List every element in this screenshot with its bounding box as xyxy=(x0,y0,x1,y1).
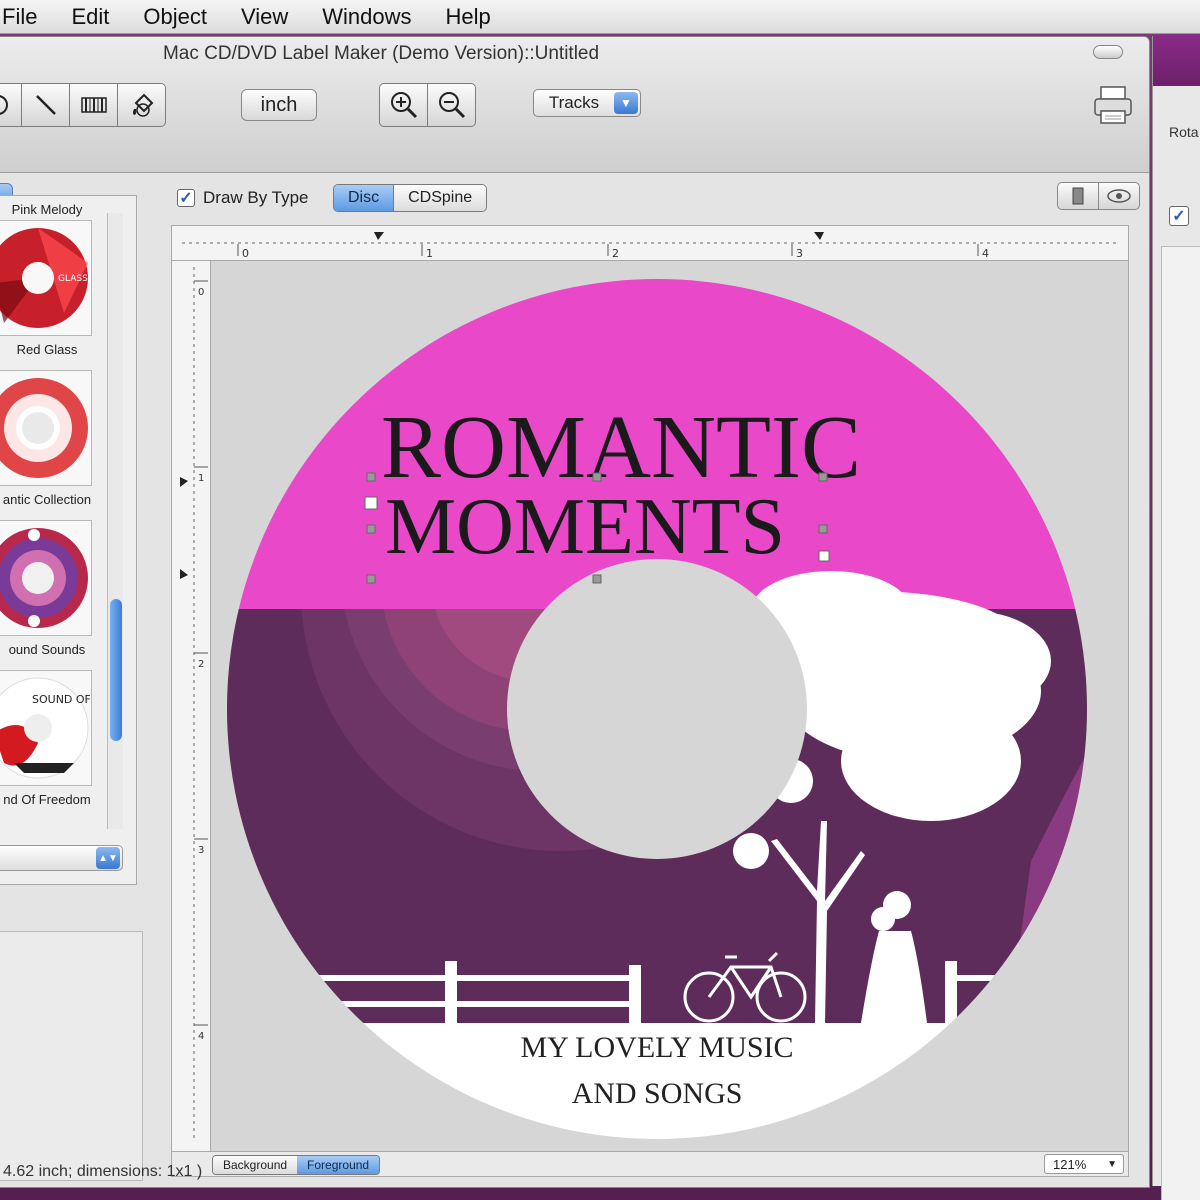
window-titlebar: Mac CD/DVD Label Maker (Demo Version)::U… xyxy=(0,37,1149,173)
tab-background[interactable]: Background xyxy=(213,1156,298,1174)
inspector-panel: Rota ✓ xyxy=(1152,36,1200,1200)
menu-file[interactable]: File xyxy=(2,4,37,30)
template-name: Red Glass xyxy=(16,342,78,357)
menu-view[interactable]: View xyxy=(241,4,288,30)
tab-cdspine[interactable]: CDSpine xyxy=(394,185,487,211)
preview-button[interactable] xyxy=(1098,182,1140,210)
template-name: antic Collection xyxy=(2,492,92,507)
inspector-titlebar xyxy=(1153,36,1200,86)
popup-arrow-icon: ▼ xyxy=(614,92,638,114)
svg-text:2: 2 xyxy=(198,659,204,670)
svg-text:3: 3 xyxy=(796,247,803,260)
layer-segmented: Background Foreground xyxy=(212,1155,381,1175)
template-item[interactable]: SOUND OF nd Of Freedom xyxy=(0,670,102,807)
vertical-ruler: 0 1 2 3 4 xyxy=(171,261,211,1151)
tab-disc[interactable]: Disc xyxy=(334,185,395,211)
page-icon xyxy=(1072,187,1084,205)
zoom-tools xyxy=(379,83,476,127)
layer-bar: Background Foreground 121% ▼ xyxy=(171,1151,1129,1177)
canvas-options-bar: ✓ Draw By Type Disc CDSpine xyxy=(0,174,1149,218)
popup-arrows-icon: ▲▼ xyxy=(96,847,120,869)
draw-by-type-checkbox[interactable]: ✓ Draw By Type xyxy=(177,188,309,208)
zoom-value: 121% xyxy=(1053,1156,1087,1172)
inspector-checkbox[interactable]: ✓ xyxy=(1169,206,1189,226)
tracks-label: Tracks xyxy=(548,93,600,112)
svg-text:3: 3 xyxy=(198,845,204,856)
zoom-popup[interactable]: 121% ▼ xyxy=(1044,1154,1124,1174)
svg-text:1: 1 xyxy=(426,247,433,260)
fill-tool-button[interactable] xyxy=(117,83,166,127)
zoom-out-icon xyxy=(438,92,465,119)
toolbar-toggle-button[interactable] xyxy=(1093,45,1123,59)
template-thumbnail: GLASS xyxy=(0,220,92,336)
scrollbar-thumb[interactable] xyxy=(110,599,122,741)
line-icon xyxy=(35,95,56,115)
ellipse-tool-button[interactable] xyxy=(0,83,22,127)
template-item[interactable]: antic Collection xyxy=(0,370,102,507)
svg-text:4: 4 xyxy=(982,247,989,260)
label-title-line2[interactable]: MOMENTS xyxy=(385,483,785,571)
status-bar-text: 4.62 inch; dimensions: 1x1 ) xyxy=(3,1163,203,1180)
disc-label: ROMANTIC MOMENTS MY LOVELY MUSIC AND SON… xyxy=(227,279,1087,1139)
template-thumbnail: SOUND OF xyxy=(0,670,92,786)
page-view-button[interactable] xyxy=(1057,182,1099,210)
template-thumbnail xyxy=(0,370,92,486)
zoom-out-button[interactable] xyxy=(427,83,476,127)
template-category-popup[interactable]: ▲▼ xyxy=(0,845,123,871)
template-name: ound Sounds xyxy=(8,642,86,657)
drawing-tools xyxy=(0,83,166,127)
draw-by-type-label: Draw By Type xyxy=(203,188,309,207)
template-list-scrollbar[interactable] xyxy=(107,213,123,829)
svg-text:SOUND OF: SOUND OF xyxy=(32,693,90,706)
layout-type-segmented: Disc CDSpine xyxy=(333,184,488,212)
template-thumbnail xyxy=(0,520,92,636)
checkbox-icon: ✓ xyxy=(177,189,195,207)
main-window: Mac CD/DVD Label Maker (Demo Version)::U… xyxy=(0,36,1150,1188)
window-title: Mac CD/DVD Label Maker (Demo Version)::U… xyxy=(162,43,600,64)
svg-text:0: 0 xyxy=(198,287,204,298)
horizontal-ruler: 0 1 2 3 4 xyxy=(171,225,1129,261)
chevron-down-icon: ▼ xyxy=(1107,1158,1117,1170)
template-item[interactable]: GLASS Red Glass xyxy=(0,220,102,357)
menu-help[interactable]: Help xyxy=(446,4,491,30)
menubar: File Edit Object View Windows Help xyxy=(0,0,1200,34)
svg-text:2: 2 xyxy=(612,247,619,260)
barcode-icon xyxy=(80,97,107,113)
rotation-label: Rota xyxy=(1169,124,1199,140)
svg-text:4: 4 xyxy=(198,1031,204,1042)
menu-edit[interactable]: Edit xyxy=(71,4,109,30)
svg-text:1: 1 xyxy=(198,473,204,484)
label-bottom-line2[interactable]: AND SONGS xyxy=(572,1077,743,1110)
menu-object[interactable]: Object xyxy=(143,4,207,30)
printer-icon xyxy=(1094,86,1132,124)
label-bottom-line1[interactable]: MY LOVELY MUSIC xyxy=(520,1031,793,1064)
line-tool-button[interactable] xyxy=(21,83,70,127)
template-name: nd Of Freedom xyxy=(3,792,91,807)
unit-button[interactable]: inch xyxy=(241,89,317,121)
zoom-in-icon xyxy=(390,92,417,119)
inspector-content xyxy=(1161,246,1200,1200)
zoom-in-button[interactable] xyxy=(379,83,428,127)
design-canvas[interactable]: ROMANTIC MOMENTS MY LOVELY MUSIC AND SON… xyxy=(211,261,1129,1151)
ellipse-icon xyxy=(0,95,8,115)
tab-foreground[interactable]: Foreground xyxy=(297,1156,380,1174)
svg-text:0: 0 xyxy=(242,247,249,260)
view-buttons xyxy=(1057,182,1140,210)
svg-text:GLASS: GLASS xyxy=(58,274,88,284)
template-name: Pink Melody xyxy=(11,202,83,217)
paint-bucket-icon xyxy=(132,93,153,117)
template-preview-area xyxy=(0,931,143,1181)
tracks-popup[interactable]: Tracks ▼ xyxy=(533,89,641,117)
template-item[interactable]: ound Sounds xyxy=(0,520,102,657)
eye-icon xyxy=(1107,189,1131,203)
print-button[interactable] xyxy=(1091,83,1135,127)
menu-windows[interactable]: Windows xyxy=(322,4,411,30)
barcode-tool-button[interactable] xyxy=(69,83,118,127)
template-item[interactable]: Pink Melody xyxy=(0,196,102,217)
